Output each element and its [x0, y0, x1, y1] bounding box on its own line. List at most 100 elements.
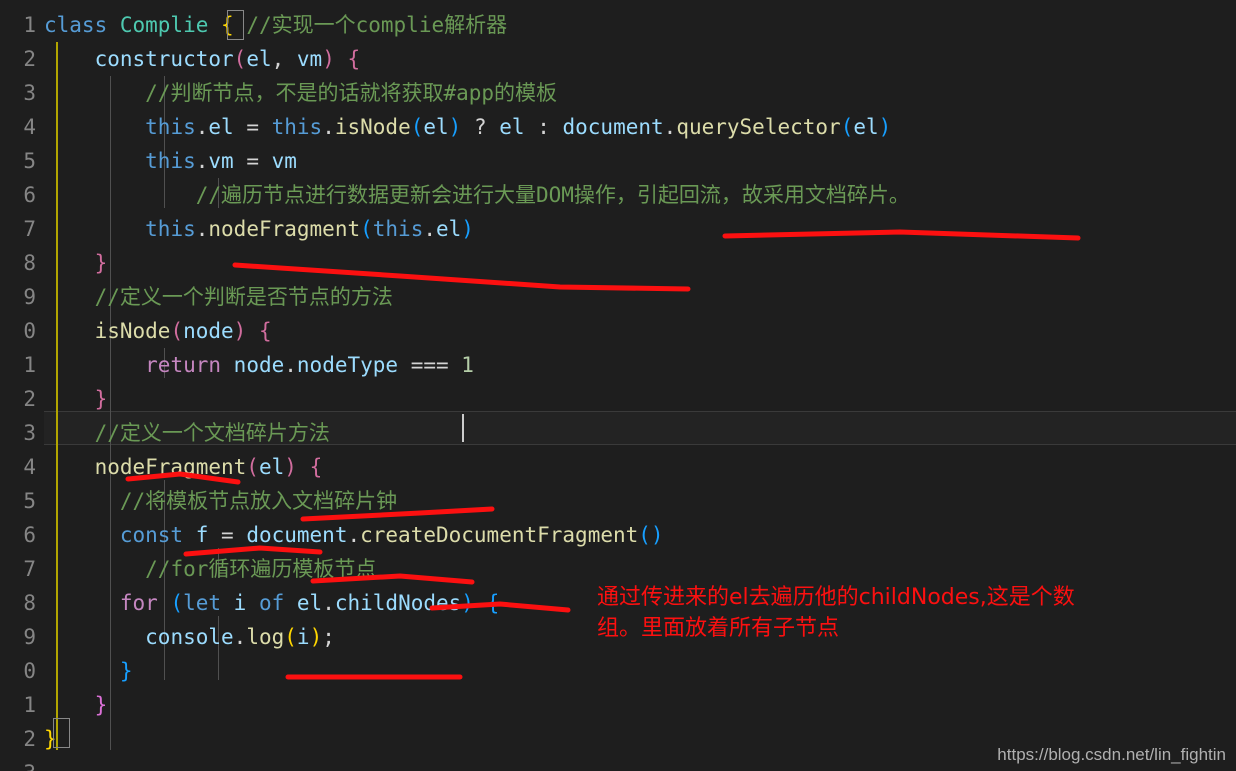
code-token: return — [145, 353, 234, 377]
code-token: : — [524, 115, 563, 139]
code-token: //实现一个complie解析器 — [246, 13, 508, 37]
code-token: childNodes — [334, 591, 462, 615]
code-token: el — [436, 217, 462, 241]
code-token: document — [562, 115, 664, 139]
code-token: el — [423, 115, 449, 139]
code-token: ( — [246, 455, 259, 479]
code-token: ( — [284, 625, 297, 649]
code-token: //将模板节点放入文档碎片钟 — [119, 489, 398, 513]
code-line[interactable]: } — [44, 246, 1236, 280]
code-line[interactable]: //定义一个判断是否节点的方法 — [44, 280, 1236, 314]
code-line[interactable]: this.vm = vm — [44, 144, 1236, 178]
code-line[interactable]: this.el = this.isNode(el) ? el : documen… — [44, 110, 1236, 144]
code-token: //定义一个判断是否节点的方法 — [94, 285, 393, 309]
code-token: nodeType — [296, 353, 399, 377]
code-line[interactable]: } — [44, 382, 1236, 416]
code-token: vm — [296, 47, 323, 71]
code-token: el — [296, 591, 323, 615]
code-line[interactable]: return node.nodeType === 1 — [44, 348, 1236, 382]
code-line[interactable]: //遍历节点进行数据更新会进行大量DOM操作，引起回流，故采用文档碎片。 — [44, 178, 1236, 212]
code-line[interactable]: isNode(node) { — [44, 314, 1236, 348]
code-token: ) — [878, 115, 892, 139]
code-token: } — [94, 693, 108, 717]
code-text-area[interactable]: class Complie { //实现一个complie解析器 constru… — [0, 0, 1236, 771]
watermark-url: https://blog.csdn.net/lin_fightin — [997, 745, 1226, 764]
code-line[interactable]: //将模板节点放入文档碎片钟 — [44, 484, 1236, 518]
code-line[interactable]: this.nodeFragment(this.el) — [44, 212, 1236, 246]
code-token: } — [94, 387, 108, 411]
code-line[interactable]: } — [44, 654, 1236, 688]
code-line[interactable]: const f = document.createDocumentFragmen… — [44, 518, 1236, 552]
code-token: ) — [233, 319, 247, 343]
code-token: . — [284, 353, 297, 377]
code-line[interactable]: //判断节点，不是的话就将获取#app的模板 — [44, 76, 1236, 110]
code-line[interactable]: constructor(el, vm) { — [44, 42, 1236, 76]
code-token: ( — [233, 47, 247, 71]
code-token: node — [233, 353, 285, 377]
code-token: { — [486, 591, 500, 615]
code-token: querySelector — [676, 115, 841, 139]
code-token: ( — [170, 591, 184, 615]
code-token: . — [663, 115, 677, 139]
code-token: el — [246, 47, 272, 71]
code-token: { — [309, 455, 323, 479]
code-token: for — [119, 591, 171, 615]
code-line[interactable]: //定义一个文档碎片方法 — [44, 416, 1236, 450]
code-token: . — [322, 591, 335, 615]
code-token: //判断节点，不是的话就将获取#app的模板 — [145, 81, 558, 105]
code-token: . — [195, 217, 209, 241]
code-token: //遍历节点进行数据更新会进行大量DOM操作，引起回流，故采用文档碎片。 — [195, 183, 910, 207]
code-token: isNode — [94, 319, 171, 343]
code-token: vm — [271, 149, 297, 173]
code-token: } — [44, 727, 57, 751]
code-token: { — [221, 13, 234, 37]
code-token: ? — [461, 115, 500, 139]
code-token: ) — [461, 217, 474, 241]
code-editor[interactable]: 12345678901234567890123 class Complie { … — [0, 0, 1236, 771]
code-token: , — [271, 47, 297, 71]
code-token: { — [347, 47, 361, 71]
code-token: = — [233, 149, 272, 173]
code-token: nodeFragment — [208, 217, 361, 241]
code-token: nodeFragment — [94, 455, 247, 479]
code-line[interactable]: class Complie { //实现一个complie解析器 — [44, 8, 1236, 42]
code-line[interactable]: } — [44, 688, 1236, 722]
code-line[interactable]: //for循环遍历模板节点 — [44, 552, 1236, 586]
code-token: . — [423, 217, 436, 241]
code-token: document — [246, 523, 348, 547]
code-token: = — [233, 115, 272, 139]
code-token: ( — [410, 115, 424, 139]
text-cursor — [462, 414, 464, 442]
code-token: . — [347, 523, 361, 547]
code-token: el — [853, 115, 879, 139]
code-token: . — [195, 115, 209, 139]
code-token: node — [183, 319, 234, 343]
code-token: log — [246, 625, 285, 649]
code-token: . — [195, 149, 209, 173]
code-token: } — [119, 659, 133, 683]
code-token: . — [322, 115, 335, 139]
code-token: constructor — [94, 47, 234, 71]
code-token: ( — [360, 217, 373, 241]
code-line[interactable]: nodeFragment(el) { — [44, 450, 1236, 484]
